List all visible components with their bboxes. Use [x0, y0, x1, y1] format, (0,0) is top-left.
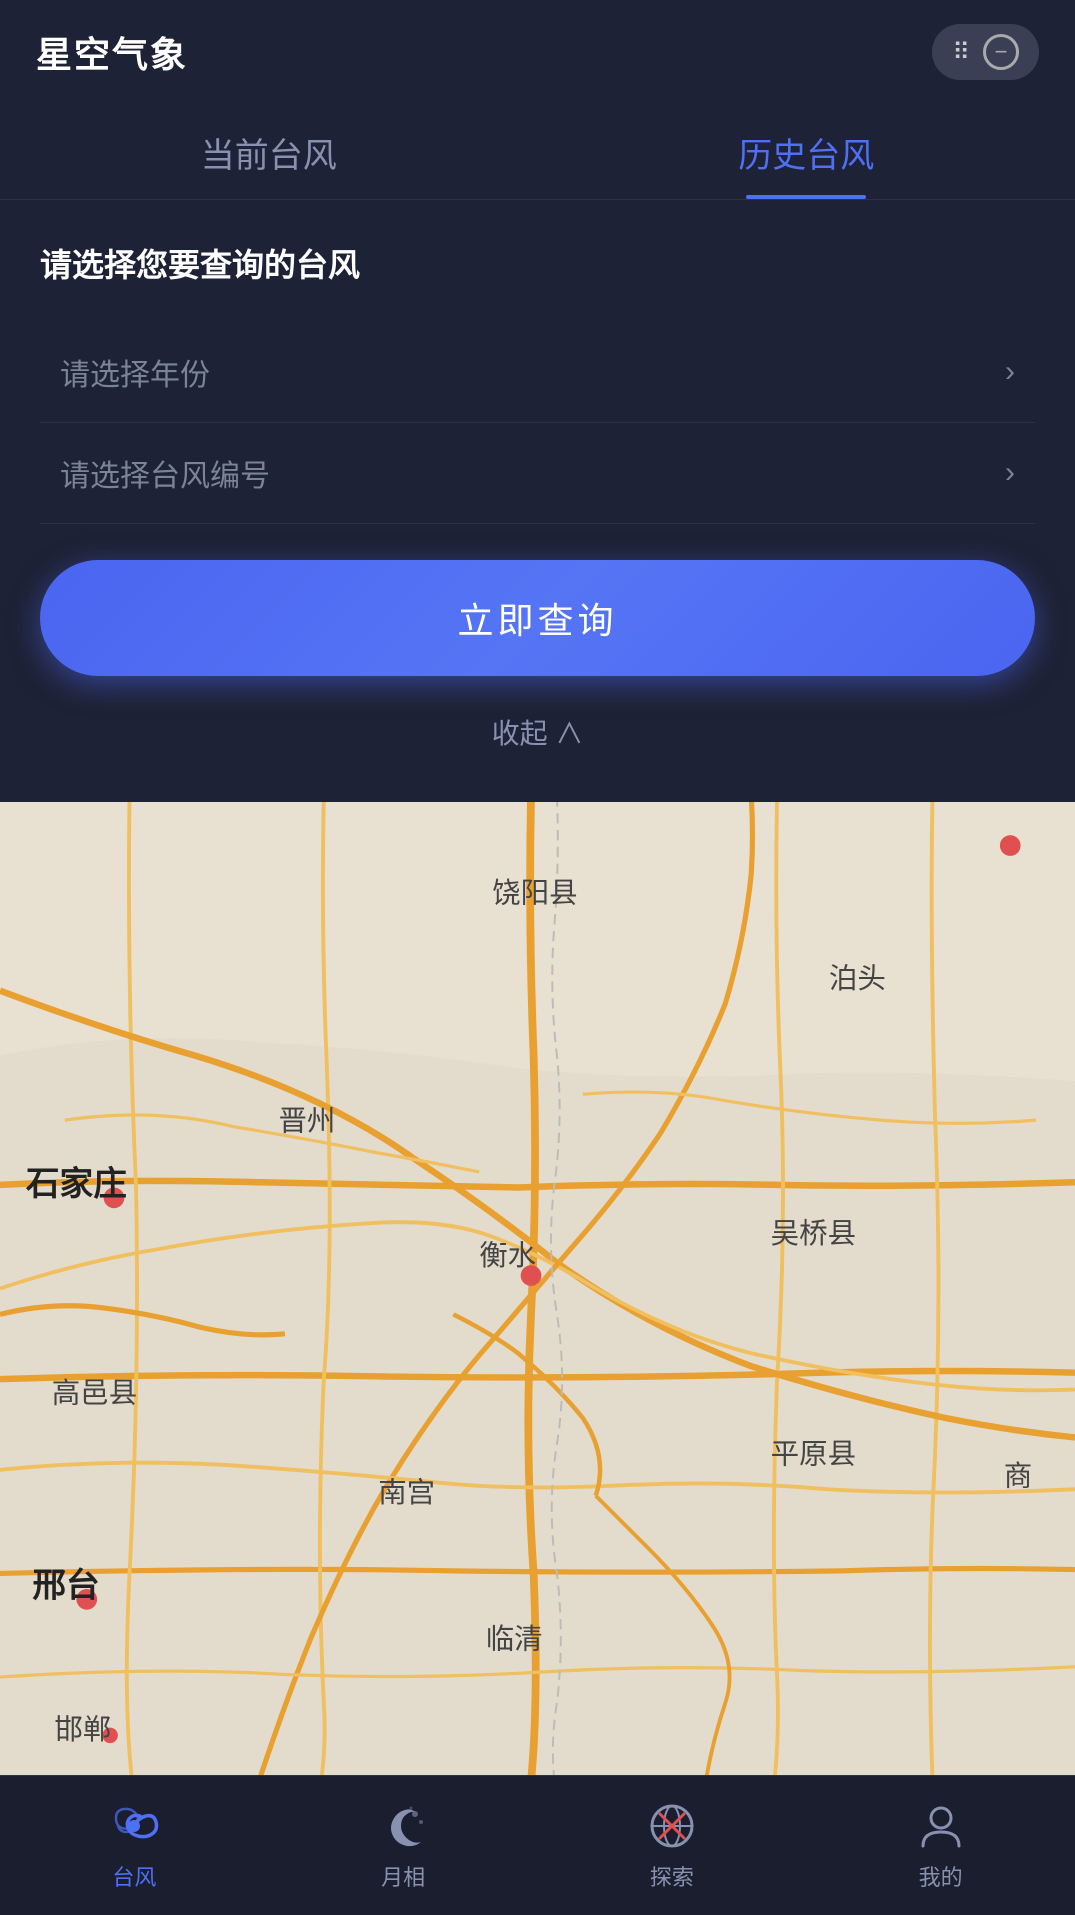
- svg-text:邢台: 邢台: [32, 1567, 99, 1605]
- tab-current[interactable]: 当前台风: [0, 100, 538, 199]
- nav-label-explore: 探索: [650, 1860, 694, 1892]
- svg-text:衡水: 衡水: [479, 1240, 536, 1272]
- minus-icon: −: [995, 39, 1008, 65]
- app-title: 星空气象: [36, 26, 188, 78]
- tab-bar: 当前台风 历史台风: [0, 100, 1075, 200]
- svg-text:商: 商: [1004, 1460, 1032, 1492]
- svg-text:平原县: 平原县: [771, 1438, 856, 1470]
- explore-icon: [646, 1800, 698, 1852]
- svg-text:饶阳县: 饶阳县: [492, 878, 577, 910]
- svg-text:吴桥县: 吴桥县: [771, 1218, 856, 1250]
- nav-label-mine: 我的: [919, 1860, 963, 1892]
- svg-text:南宫: 南宫: [378, 1477, 435, 1509]
- tab-history[interactable]: 历史台风: [538, 100, 1075, 199]
- dots-icon: ⠿: [952, 38, 973, 67]
- year-chevron-icon: ›: [1005, 355, 1015, 389]
- map-area[interactable]: 石家庄 晋州 饶阳县 泊头 衡水 吴桥县 高邑县 南宫 平原县 邢台 临清 邯郸…: [0, 802, 1075, 1775]
- header-controls[interactable]: ⠿ −: [932, 24, 1039, 80]
- collapse-row[interactable]: 收起 ∧: [40, 696, 1035, 772]
- nav-item-moon[interactable]: 月相: [269, 1776, 538, 1915]
- bottom-nav: 台风 月相 探索: [0, 1775, 1075, 1915]
- filter-panel: 请选择您要查询的台风 请选择年份 › 请选择台风编号 › 立即查询 收起 ∧: [0, 200, 1075, 802]
- year-select-row[interactable]: 请选择年份 ›: [40, 322, 1035, 423]
- user-icon: [915, 1800, 967, 1852]
- filter-title: 请选择您要查询的台风: [40, 240, 1035, 286]
- svg-text:邯郸: 邯郸: [54, 1714, 111, 1746]
- app-header: 星空气象 ⠿ −: [0, 0, 1075, 100]
- nav-item-mine[interactable]: 我的: [806, 1776, 1075, 1915]
- svg-text:高邑县: 高邑县: [52, 1377, 137, 1409]
- year-select-label: 请选择年份: [60, 350, 210, 394]
- typhoon-icon: [108, 1800, 160, 1852]
- moon-icon: [377, 1800, 429, 1852]
- nav-item-typhoon[interactable]: 台风: [0, 1776, 269, 1915]
- number-select-row[interactable]: 请选择台风编号 ›: [40, 423, 1035, 524]
- nav-label-typhoon: 台风: [112, 1860, 156, 1892]
- minus-button[interactable]: −: [983, 34, 1019, 70]
- number-select-label: 请选择台风编号: [60, 451, 270, 495]
- query-button[interactable]: 立即查询: [40, 560, 1035, 676]
- svg-text:石家庄: 石家庄: [25, 1165, 127, 1203]
- svg-text:泊头: 泊头: [829, 963, 886, 995]
- svg-text:晋州: 晋州: [278, 1105, 335, 1137]
- collapse-label: 收起 ∧: [492, 718, 584, 749]
- nav-item-explore[interactable]: 探索: [538, 1776, 807, 1915]
- svg-text:临清: 临清: [486, 1624, 543, 1656]
- number-chevron-icon: ›: [1005, 456, 1015, 490]
- nav-label-moon: 月相: [381, 1860, 425, 1892]
